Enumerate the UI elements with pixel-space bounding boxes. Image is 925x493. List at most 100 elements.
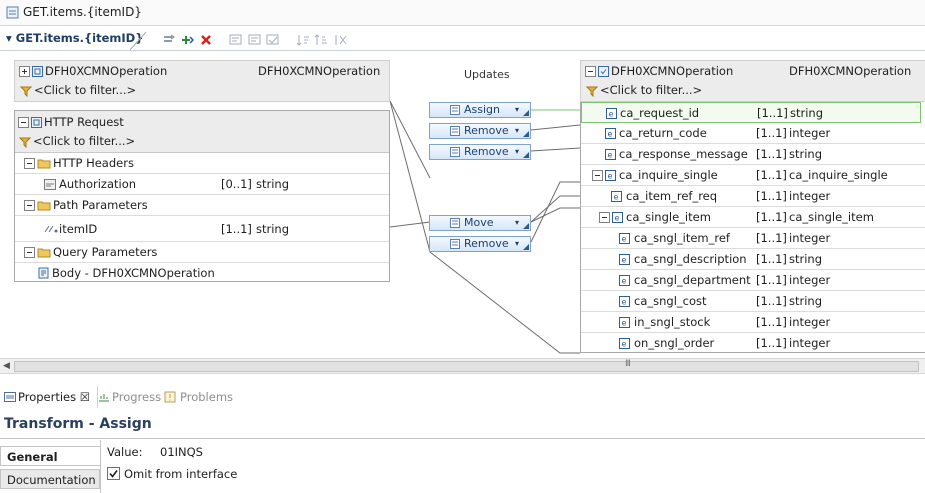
tree-row-authorization[interactable]: Authorization [0..1] string xyxy=(15,174,389,195)
side-tab-documentation[interactable]: Documentation xyxy=(0,469,100,489)
tree-row-ca-item-ref-req[interactable]: e ca_item_ref_req [1..1] integer xyxy=(581,186,925,207)
tree-row-http-headers[interactable]: HTTP Headers xyxy=(15,153,389,174)
tree-row-ca-request-id[interactable]: e ca_request_id [1..1] string xyxy=(581,102,921,123)
horizontal-scrollbar[interactable]: ◀ III xyxy=(0,358,925,374)
tree-row-ca-sngl-description[interactable]: e ca_sngl_description [1..1] string xyxy=(581,249,925,270)
tree-row-type: integer xyxy=(789,315,831,329)
filter-icon xyxy=(586,85,598,97)
svg-text:e: e xyxy=(615,214,620,223)
element-icon: e xyxy=(612,212,623,223)
element-icon: e xyxy=(619,296,630,307)
svg-text:e: e xyxy=(609,110,614,119)
tree-row-ca-sngl-cost[interactable]: e ca_sngl_cost [1..1] string xyxy=(581,291,925,312)
dropdown-arrow-icon[interactable]: ▾ xyxy=(515,124,519,138)
tree-row-label: Authorization xyxy=(59,177,137,191)
remove-transform-button[interactable]: Remove ▾ xyxy=(429,123,531,139)
element-icon: e xyxy=(619,338,630,349)
input-root-header[interactable]: DFH0XCMNOperation DFH0XCMNOperation <Cli… xyxy=(14,60,390,102)
tab-properties[interactable]: Properties ☒ xyxy=(0,386,98,408)
tree-row-ca-inquire-single[interactable]: e ca_inquire_single [1..1] ca_inquire_si… xyxy=(581,165,925,186)
tab-problems[interactable]: Problems xyxy=(162,386,234,408)
dropdown-arrow-icon[interactable]: ▾ xyxy=(515,237,519,251)
http-request-header[interactable]: HTTP Request <Click to filter...> xyxy=(15,111,389,153)
collapse-icon[interactable] xyxy=(599,212,610,223)
problems-icon xyxy=(164,391,176,403)
tree-row-ca-single-item[interactable]: e ca_single_item [1..1] ca_single_item xyxy=(581,207,925,228)
value-label: Value: xyxy=(107,445,143,459)
tree-row-ca-response-message[interactable]: e ca_response_message [1..1] string xyxy=(581,144,925,165)
tree-row-label: ca_sngl_department xyxy=(634,273,751,287)
svg-text:e: e xyxy=(614,193,619,202)
omit-checkbox[interactable] xyxy=(107,467,120,480)
remove-transform-button[interactable]: Remove ▾ xyxy=(429,144,531,160)
collapse-icon[interactable] xyxy=(24,158,35,169)
expand-icon[interactable] xyxy=(19,66,30,77)
tree-row-query-parameters[interactable]: Query Parameters xyxy=(15,242,389,263)
tree-row-type: string xyxy=(789,147,823,161)
transform-label: Remove xyxy=(464,124,509,137)
collapse-icon[interactable] xyxy=(24,247,35,258)
input-root-filter[interactable]: <Click to filter...> xyxy=(34,83,136,97)
http-request-filter[interactable]: <Click to filter...> xyxy=(33,134,135,148)
connector-remove-2 xyxy=(530,147,581,152)
element-icon: e xyxy=(605,128,616,139)
transform-icon xyxy=(450,126,460,140)
tree-row-path-parameters[interactable]: Path Parameters xyxy=(15,195,389,216)
move-transform-button[interactable]: Move ▾ xyxy=(429,215,531,231)
tree-row-cardinality: [1..1] xyxy=(756,168,787,182)
tree-row-cardinality: [1..1] xyxy=(756,315,787,329)
tab-label: Problems xyxy=(180,390,234,404)
element-icon: e xyxy=(619,233,630,244)
tree-row-label: ca_single_item xyxy=(626,210,711,224)
collapse-icon[interactable] xyxy=(18,117,29,128)
dropdown-arrow-icon[interactable]: ▾ xyxy=(515,145,519,159)
output-root-type: DFH0XCMNOperation xyxy=(789,64,912,78)
transform-label: Assign xyxy=(464,103,500,116)
http-request-title: HTTP Request xyxy=(44,115,124,129)
output-root-filter[interactable]: <Click to filter...> xyxy=(600,83,702,97)
tab-progress[interactable]: Progress xyxy=(98,386,161,408)
tree-row-cardinality: [1..1] xyxy=(756,126,787,140)
tree-row-cardinality: [1..1] xyxy=(756,231,787,245)
element-icon: e xyxy=(605,170,616,181)
tree-row-type: ca_single_item xyxy=(789,210,874,224)
tree-row-itemid[interactable]: itemID [1..1] string xyxy=(15,216,389,242)
tree-row-ca-sngl-item-ref[interactable]: e ca_sngl_item_ref [1..1] integer xyxy=(581,228,925,249)
properties-divider xyxy=(0,438,925,439)
element-icon: e xyxy=(605,149,616,160)
output-type-icon xyxy=(598,66,609,77)
tree-row-body[interactable]: Body - DFH0XCMNOperation xyxy=(15,263,389,284)
properties-icon xyxy=(4,391,16,403)
collapse-icon[interactable] xyxy=(585,66,596,77)
input-root-type: DFH0XCMNOperation xyxy=(258,64,381,78)
scrollbar-thumb[interactable]: III xyxy=(14,359,919,372)
tree-row-ca-return-code[interactable]: e ca_return_code [1..1] integer xyxy=(581,123,925,144)
tree-row-in-sngl-stock[interactable]: e in_sngl_stock [1..1] integer xyxy=(581,312,925,333)
tree-row-label: in_sngl_stock xyxy=(634,315,711,329)
tree-row-on-sngl-order[interactable]: e on_sngl_order [1..1] integer xyxy=(581,333,925,354)
tree-row-type: string xyxy=(790,106,824,120)
remove-transform-button[interactable]: Remove ▾ xyxy=(429,236,531,252)
tree-row-cardinality: [1..1] xyxy=(756,210,787,224)
corner-icon xyxy=(523,244,529,250)
bottom-view-tabs: Properties ☒ Progress Problems xyxy=(0,386,925,408)
collapse-icon[interactable] xyxy=(24,200,35,211)
output-root-header[interactable]: DFH0XCMNOperation DFH0XCMNOperation <Cli… xyxy=(580,60,925,102)
dropdown-arrow-icon[interactable]: ▾ xyxy=(515,216,519,230)
connector-remove-3 xyxy=(530,181,580,243)
corner-icon xyxy=(523,223,529,229)
dropdown-arrow-icon[interactable]: ▾ xyxy=(515,103,519,117)
assign-transform-button[interactable]: Assign ▾ xyxy=(429,102,531,118)
value-field[interactable]: 01INQS xyxy=(160,445,203,459)
side-tab-general[interactable]: General xyxy=(0,446,100,466)
tree-row-ca-sngl-department[interactable]: e ca_sngl_department [1..1] integer xyxy=(581,270,925,291)
tree-row-label: ca_sngl_item_ref xyxy=(634,231,730,245)
collapse-icon[interactable] xyxy=(592,170,603,181)
tree-row-cardinality: [1..1] xyxy=(756,189,787,203)
element-icon: e xyxy=(619,317,630,328)
side-tab-divider xyxy=(100,440,101,493)
folder-icon xyxy=(37,157,51,169)
output-tree: e ca_request_id [1..1] string e ca_retur… xyxy=(580,102,925,353)
scroll-left-icon[interactable]: ◀ xyxy=(3,361,10,371)
progress-icon xyxy=(98,391,110,403)
